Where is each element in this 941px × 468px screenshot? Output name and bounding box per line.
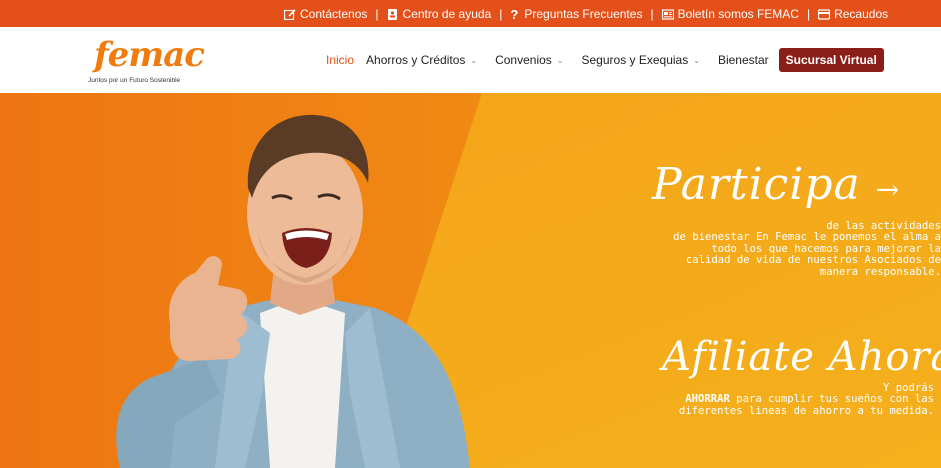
separator: | <box>499 7 503 21</box>
heading-text: Afiliate Ahora <box>662 334 941 380</box>
nav-item-seguros-exequias[interactable]: Seguros y Exequias ⌄ <box>582 53 700 67</box>
utility-links: Contáctenos | Centro de ayuda | ? Pregun… <box>284 5 888 23</box>
question-icon: ? <box>510 6 519 22</box>
chevron-down-icon: ⌄ <box>556 55 564 65</box>
smiling-man-photo <box>116 114 470 468</box>
nav-item-ahorros-creditos[interactable]: Ahorros y Créditos ⌄ <box>366 53 477 67</box>
contact-book-icon <box>387 8 397 20</box>
link-boletin[interactable]: Boletín somos FEMAC <box>661 7 799 21</box>
afiliate-ahora-heading[interactable]: Afiliate Ahora → <box>662 334 941 380</box>
arrow-right-icon: → <box>875 173 901 206</box>
femac-logo[interactable]: femac Juntos por un Futuro Sostenible <box>86 35 205 89</box>
link-preguntas-frecuentes[interactable]: ? Preguntas Frecuentes <box>510 7 642 21</box>
top-utility-bar: Contáctenos | Centro de ayuda | ? Pregun… <box>0 0 941 27</box>
participa-description: de las actividades de bienestar En Femac… <box>673 220 941 278</box>
separator: | <box>375 7 379 21</box>
nav-item-inicio[interactable]: Inicio <box>326 53 354 67</box>
text-line: diferentes lineas de ahorro a tu medida. <box>678 404 934 417</box>
logo-tagline: Juntos por un Futuro Sostenible <box>88 77 181 84</box>
text-line: manera responsable. <box>819 265 941 278</box>
hero-banner: Participa → de las actividades de bienes… <box>0 93 941 468</box>
separator: | <box>650 7 654 21</box>
link-label: Centro de ayuda <box>402 7 492 21</box>
chevron-down-icon: ⌄ <box>693 55 700 65</box>
sucursal-virtual-button[interactable]: Sucursal Virtual <box>778 48 884 72</box>
link-label: Recaudos <box>834 7 889 21</box>
chevron-down-icon: ⌄ <box>470 55 478 65</box>
nav-item-label: Ahorros y Créditos <box>366 53 466 67</box>
ahorrar-emphasis: AHORRAR <box>685 393 730 406</box>
nav-item-label: Convenios <box>495 53 552 67</box>
participa-heading[interactable]: Participa → <box>652 159 900 210</box>
newspaper-icon <box>661 8 674 20</box>
logo-wordmark: femac <box>94 35 205 75</box>
nav-item-bienestar[interactable]: Bienestar <box>718 53 769 67</box>
afiliate-description: Y podrás AHORRAR para cumplir tus sueños… <box>678 382 934 417</box>
link-label: Contáctenos <box>300 7 368 21</box>
main-nav: Inicio Ahorros y Créditos ⌄ Convenios ⌄ … <box>326 46 884 74</box>
nav-item-label: Seguros y Exequias <box>581 53 689 67</box>
link-contactenos[interactable]: Contáctenos <box>284 7 367 21</box>
link-label: Boletín somos FEMAC <box>677 7 799 21</box>
separator: | <box>806 7 811 21</box>
text-fragment: para cumplir tus sueños con las <box>729 393 934 406</box>
edit-icon <box>284 8 296 20</box>
heading-text: Participa <box>652 159 861 210</box>
link-centro-ayuda[interactable]: Centro de ayuda <box>387 7 492 21</box>
nav-item-convenios[interactable]: Convenios ⌄ <box>495 53 563 67</box>
credit-card-icon <box>818 8 831 20</box>
link-label: Preguntas Frecuentes <box>524 7 643 21</box>
link-recaudos[interactable]: Recaudos <box>818 7 888 21</box>
site-header: femac Juntos por un Futuro Sostenible In… <box>0 27 941 93</box>
text-line: calidad de vida de nuestros Asociados de <box>685 254 941 267</box>
